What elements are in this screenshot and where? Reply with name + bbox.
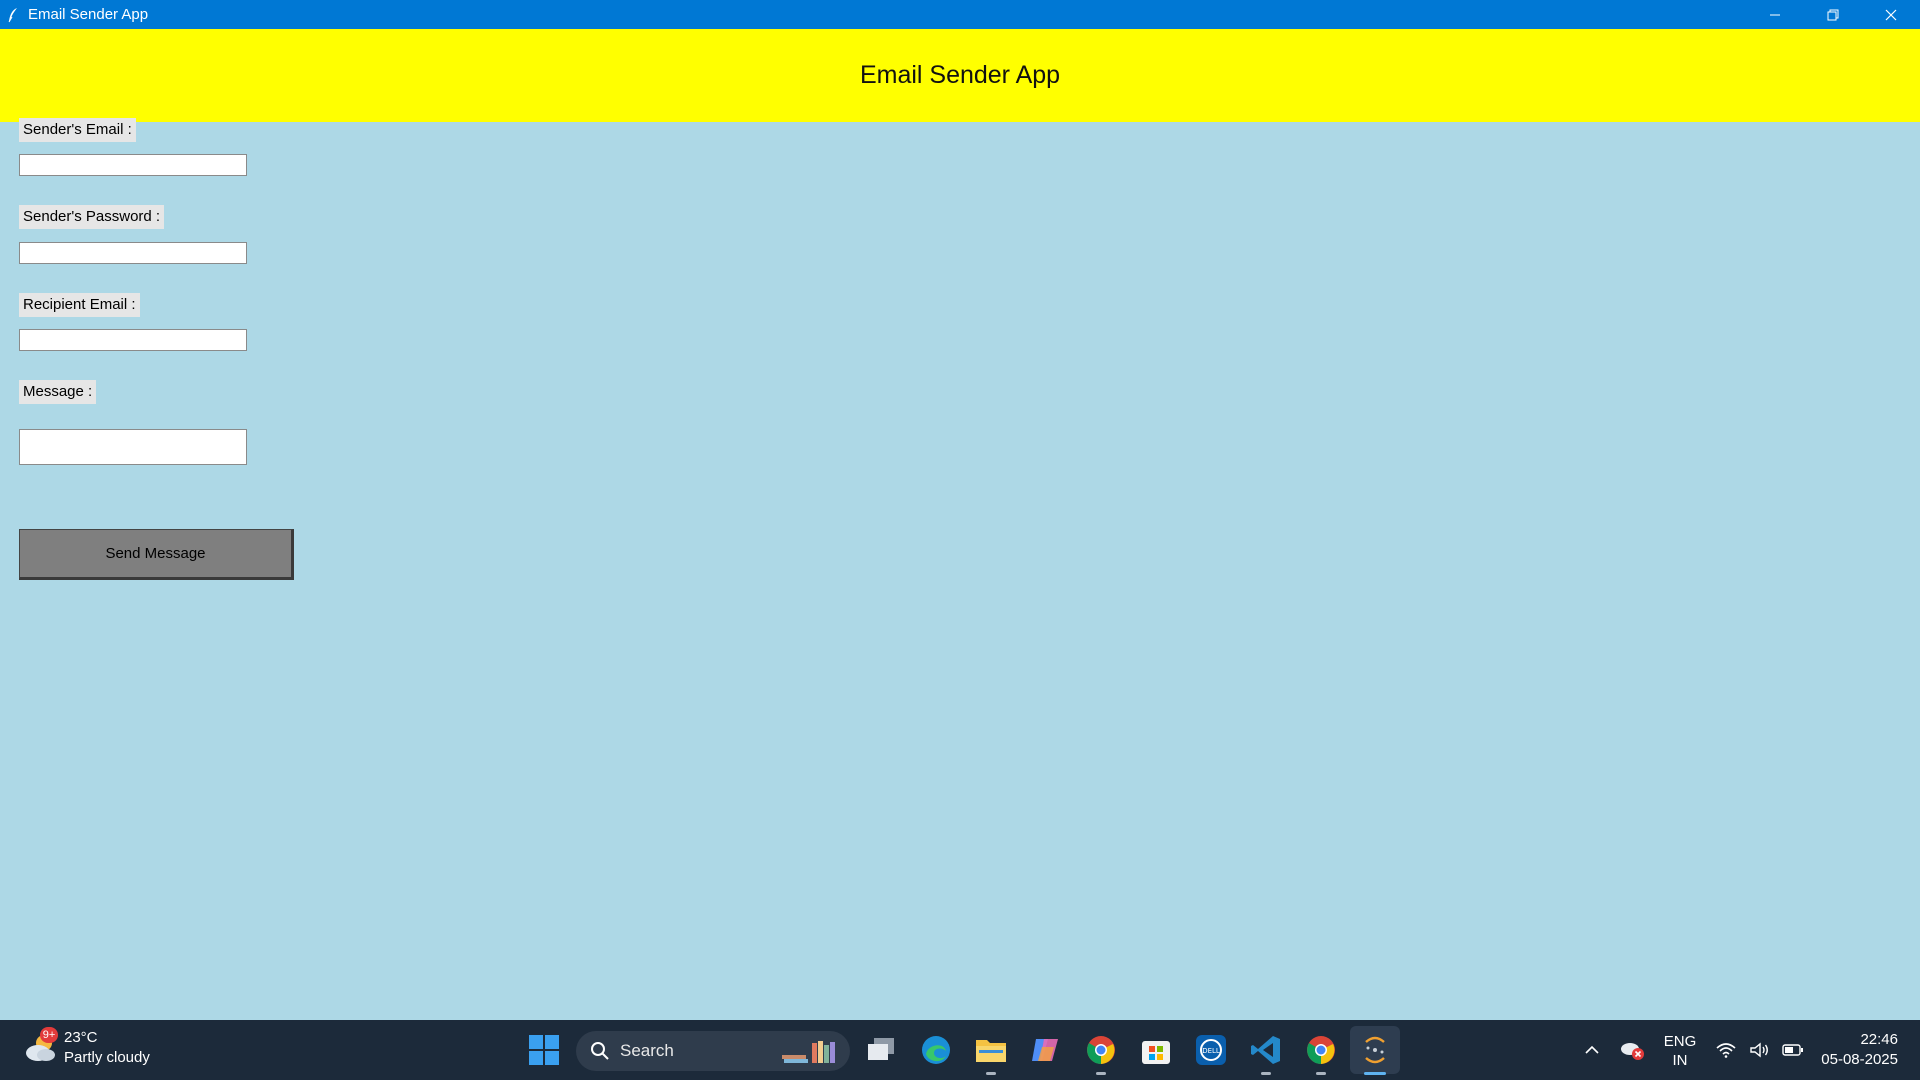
region-code: IN — [1672, 1052, 1688, 1069]
input-language-indicator[interactable]: ENG IN — [1660, 1032, 1700, 1070]
search-icon — [591, 1042, 609, 1060]
windows-taskbar: 9+ 23°C Partly cloudy Search DELL ENG IN… — [0, 1020, 1920, 1080]
restore-button[interactable] — [1804, 0, 1862, 29]
copilot-icon — [1032, 1039, 1058, 1061]
clock-date: 05-08-2025 — [1821, 1051, 1898, 1068]
onedrive-button[interactable] — [1614, 1033, 1650, 1067]
close-button[interactable] — [1862, 0, 1920, 29]
quick-settings-button[interactable] — [1710, 1033, 1810, 1067]
onedrive-error-icon — [1621, 1043, 1644, 1060]
running-indicator — [986, 1072, 996, 1075]
chevron-up-icon — [1585, 1045, 1599, 1054]
windows-start-icon — [529, 1035, 559, 1065]
svg-text:DELL: DELL — [1202, 1047, 1220, 1055]
recipient-email-label: Recipient Email : — [19, 293, 140, 317]
sender-password-label: Sender's Password : — [19, 205, 165, 229]
sender-password-field[interactable] — [19, 242, 247, 264]
battery-icon — [1781, 1044, 1803, 1056]
weather-widget[interactable]: 9+ 23°C Partly cloudy — [22, 1027, 150, 1068]
books-highlight-icon — [782, 1041, 835, 1063]
app-client-area: Email Sender App Sender's Email : Sender… — [0, 29, 1920, 1019]
python-tk-button[interactable] — [1357, 1032, 1393, 1068]
feather-icon — [6, 7, 20, 23]
edge-icon — [922, 1036, 950, 1064]
sender-email-label: Sender's Email : — [19, 118, 136, 142]
taskbar-clock[interactable]: 22:46 05-08-2025 — [1821, 1030, 1898, 1070]
language-code: ENG — [1663, 1033, 1697, 1050]
close-icon — [1885, 9, 1897, 20]
minimize-button[interactable] — [1746, 0, 1804, 29]
window-titlebar: Email Sender App — [0, 0, 1920, 29]
chrome-icon — [1307, 1036, 1335, 1064]
minimize-icon — [1770, 14, 1780, 15]
partly-cloudy-icon: 9+ — [22, 1027, 60, 1067]
search-label: Search — [620, 1041, 674, 1060]
edge-button[interactable] — [918, 1032, 954, 1068]
vscode-icon — [1251, 1036, 1280, 1064]
recipient-email-field[interactable] — [19, 329, 247, 351]
python-tk-icon — [1365, 1036, 1385, 1064]
window-controls — [1746, 0, 1920, 29]
send-message-button[interactable]: Send Message — [19, 529, 294, 580]
running-indicator — [1261, 1072, 1271, 1075]
taskbar-search[interactable]: Search — [576, 1031, 850, 1071]
vscode-button[interactable] — [1248, 1032, 1284, 1068]
message-label: Message : — [19, 380, 97, 404]
message-field[interactable] — [19, 429, 247, 465]
notification-badge: 9+ — [40, 1027, 58, 1043]
file-explorer-button[interactable] — [973, 1032, 1009, 1068]
chrome-button[interactable] — [1083, 1032, 1119, 1068]
app-header: Email Sender App — [0, 29, 1920, 122]
task-view-button[interactable] — [863, 1032, 899, 1068]
chrome-icon — [1087, 1036, 1115, 1064]
restore-icon — [1827, 9, 1839, 20]
weather-temperature: 23°C — [64, 1029, 98, 1046]
running-indicator — [1316, 1072, 1326, 1075]
active-indicator — [1364, 1072, 1386, 1075]
dell-button[interactable]: DELL — [1193, 1032, 1229, 1068]
task-view-icon — [868, 1038, 894, 1060]
chrome-button-2[interactable] — [1303, 1032, 1339, 1068]
file-explorer-icon — [976, 1040, 1006, 1062]
copilot-button[interactable] — [1028, 1032, 1064, 1068]
start-button[interactable] — [526, 1032, 562, 1068]
clock-time: 22:46 — [1860, 1031, 1898, 1048]
dell-icon: DELL — [1196, 1035, 1226, 1065]
sender-email-field[interactable] — [19, 154, 247, 176]
running-indicator — [1096, 1072, 1106, 1075]
volume-icon — [1750, 1042, 1768, 1058]
wifi-icon — [1716, 1043, 1736, 1058]
microsoft-store-button[interactable] — [1138, 1032, 1174, 1068]
weather-condition: Partly cloudy — [64, 1049, 150, 1066]
show-hidden-icons-button[interactable] — [1574, 1033, 1610, 1067]
window-title: Email Sender App — [28, 6, 149, 23]
microsoft-store-icon — [1142, 1041, 1170, 1064]
